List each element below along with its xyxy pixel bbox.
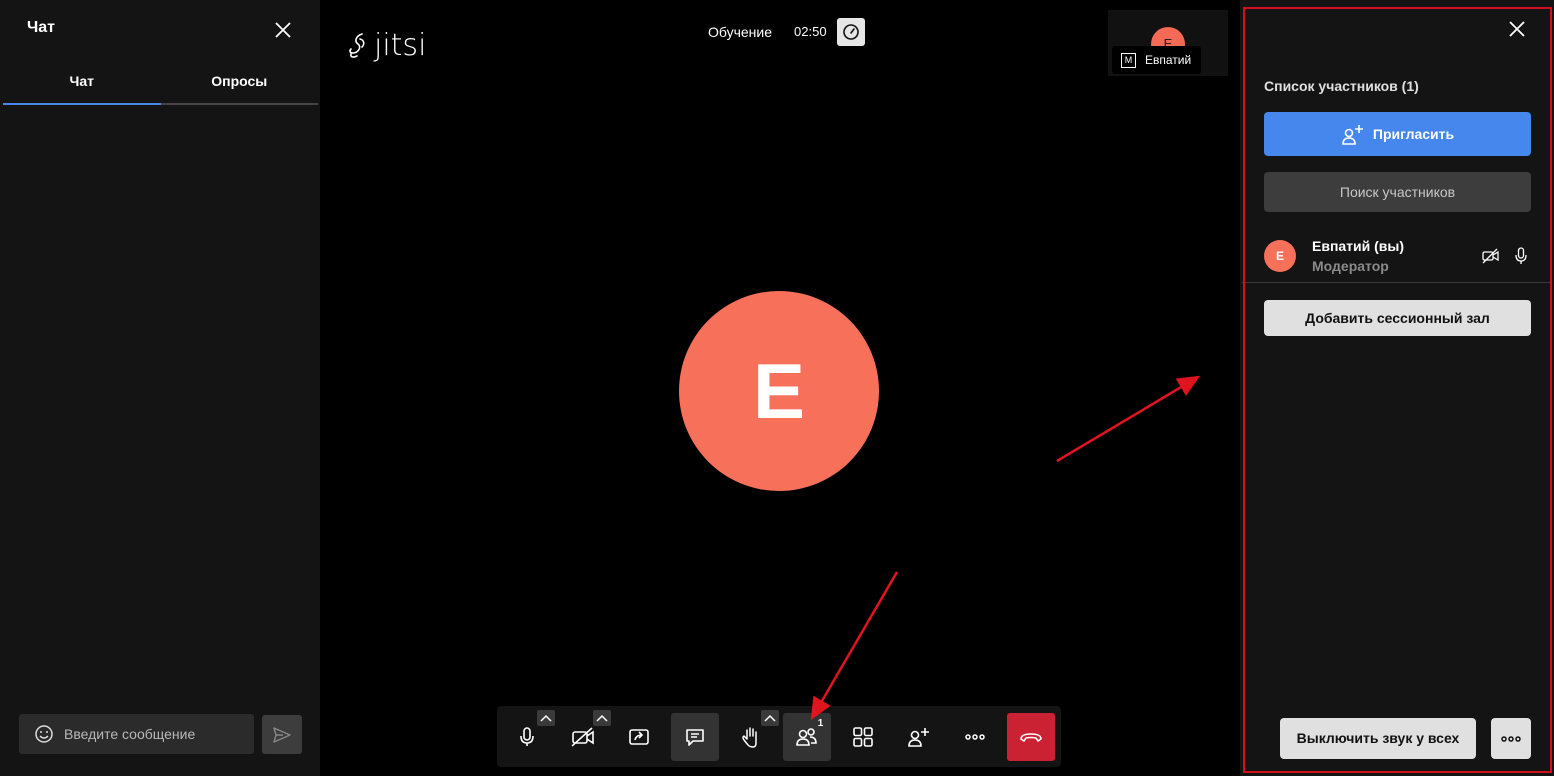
camera-off-icon xyxy=(571,727,594,747)
speedometer-icon xyxy=(842,24,859,40)
send-icon xyxy=(273,726,291,743)
hangup-icon xyxy=(1020,733,1042,742)
connection-stats-button[interactable] xyxy=(836,18,865,46)
tab-chat[interactable]: Чат xyxy=(3,64,161,105)
participant-search-input[interactable] xyxy=(1264,172,1531,212)
jitsi-logo: jitsi xyxy=(348,28,426,63)
more-icon xyxy=(965,734,985,740)
microphone-icon xyxy=(520,727,534,746)
participants-list-header: Список участников (1) xyxy=(1264,78,1419,94)
conference-info: Обучение 02:50 xyxy=(694,18,865,46)
chat-title: Чат xyxy=(27,19,55,36)
tile-view-button[interactable] xyxy=(839,713,887,761)
microphone-icon xyxy=(1515,247,1527,264)
conference-timer: 02:50 xyxy=(786,18,835,46)
invite-button-label: Пригласить xyxy=(1372,126,1455,142)
add-user-icon xyxy=(1342,125,1363,145)
chat-icon xyxy=(686,729,704,746)
more-icon xyxy=(1501,735,1521,742)
screen-share-button[interactable] xyxy=(615,713,663,761)
close-icon[interactable] xyxy=(272,19,294,41)
reactions-caret[interactable] xyxy=(761,710,779,726)
participants-count-badge: 1 xyxy=(812,715,829,732)
chat-panel: Чат Чат Опросы xyxy=(0,0,320,776)
more-actions-button[interactable] xyxy=(951,713,999,761)
screen-share-icon xyxy=(629,729,649,745)
chevron-up-icon xyxy=(540,714,552,722)
participant-avatar: E xyxy=(1264,240,1296,272)
jitsi-logo-icon xyxy=(349,32,365,58)
camera-off-icon xyxy=(1482,248,1499,264)
chat-tabs: Чат Опросы xyxy=(3,64,318,105)
participant-item[interactable]: E Евпатий (вы) Модератор xyxy=(1242,232,1552,283)
chevron-up-icon xyxy=(596,714,608,722)
logo-text: jitsi xyxy=(374,28,427,63)
add-user-icon xyxy=(908,728,929,747)
send-button[interactable] xyxy=(262,715,302,754)
chat-message-input[interactable] xyxy=(64,726,244,742)
chat-message-field xyxy=(19,714,254,754)
add-breakout-room-button[interactable]: Добавить сессионный зал xyxy=(1264,300,1531,336)
thumbnail-name: Евпатий xyxy=(1145,53,1192,67)
participant-role: Модератор xyxy=(1312,258,1389,274)
thumbnail-name-label: M Евпатий xyxy=(1112,46,1202,74)
hand-icon xyxy=(742,727,757,748)
close-icon[interactable] xyxy=(1506,18,1528,40)
participant-search-field xyxy=(1264,172,1531,212)
toolbar: 1 xyxy=(497,706,1061,767)
tab-polls[interactable]: Опросы xyxy=(161,64,319,103)
moderator-badge: M xyxy=(1121,52,1136,68)
video-settings-caret[interactable] xyxy=(593,710,611,726)
emoji-icon[interactable] xyxy=(34,724,54,744)
invite-people-button[interactable] xyxy=(895,713,943,761)
audio-settings-caret[interactable] xyxy=(537,710,555,726)
large-avatar: E xyxy=(679,291,879,491)
participants-button[interactable]: 1 xyxy=(783,713,831,761)
hangup-button[interactable] xyxy=(1007,713,1055,761)
chat-button[interactable] xyxy=(671,713,719,761)
tile-view-icon xyxy=(853,727,873,747)
chevron-up-icon xyxy=(764,714,776,722)
meeting-name: Обучение xyxy=(694,18,787,46)
participants-more-button[interactable] xyxy=(1491,718,1531,759)
mute-all-button[interactable]: Выключить звук у всех xyxy=(1280,718,1476,759)
invite-button[interactable]: Пригласить xyxy=(1264,112,1531,156)
participant-name: Евпатий (вы) xyxy=(1312,238,1405,254)
